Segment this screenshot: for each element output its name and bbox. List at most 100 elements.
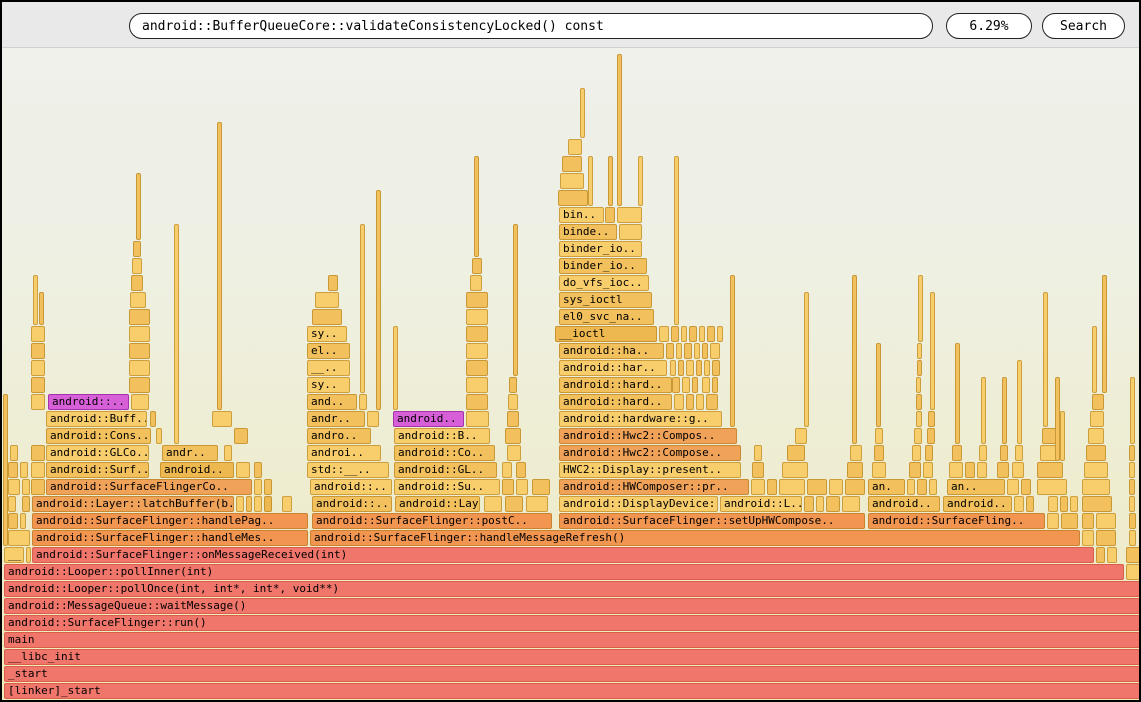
flame-frame-unlabeled[interactable] (466, 309, 488, 325)
flame-frame-unlabeled[interactable] (1037, 462, 1063, 478)
flame-frame[interactable]: main (4, 632, 1140, 648)
flame-frame[interactable]: androi.. (307, 445, 381, 461)
flame-frame[interactable]: android::L.. (720, 496, 802, 512)
flame-frame[interactable]: __ (4, 547, 24, 563)
flame-frame-unlabeled[interactable] (638, 156, 643, 206)
flame-frame[interactable]: el0_svc_na.. (559, 309, 654, 325)
flame-frame-unlabeled[interactable] (696, 360, 702, 376)
flame-frame[interactable]: android::.. (48, 394, 129, 410)
flame-frame-unlabeled[interactable] (367, 411, 379, 427)
flame-frame[interactable]: android::SurfaceFlinger::setUpHWCompose.… (559, 513, 865, 529)
flame-frame[interactable]: std::__.. (307, 462, 389, 478)
flame-frame[interactable]: android::hard.. (559, 377, 672, 393)
flame-frame[interactable]: __ioctl (555, 326, 657, 342)
flame-frame-unlabeled[interactable] (712, 360, 720, 376)
flame-frame-unlabeled[interactable] (1130, 377, 1135, 444)
flame-frame-unlabeled[interactable] (872, 462, 886, 478)
flame-frame-unlabeled[interactable] (699, 326, 705, 342)
flame-frame-unlabeled[interactable] (264, 496, 272, 512)
flame-frame-unlabeled[interactable] (617, 54, 622, 206)
flame-frame-unlabeled[interactable] (619, 224, 642, 240)
flame-frame-unlabeled[interactable] (917, 479, 927, 495)
flame-frame-unlabeled[interactable] (8, 496, 16, 512)
flame-frame[interactable]: binder_io.. (559, 258, 647, 274)
flame-frame[interactable]: an.. (947, 479, 1005, 495)
flame-frame[interactable]: binde.. (559, 224, 617, 240)
flame-frame-unlabeled[interactable] (254, 462, 262, 478)
flame-frame[interactable]: [linker]_start (4, 683, 1140, 699)
flame-frame-unlabeled[interactable] (131, 275, 143, 291)
flame-frame[interactable]: android::Co.. (394, 445, 495, 461)
flame-frame[interactable]: . (26, 547, 31, 563)
flame-frame-unlabeled[interactable] (702, 377, 710, 393)
flame-frame-unlabeled[interactable] (1002, 377, 1007, 444)
flame-frame-unlabeled[interactable] (702, 343, 708, 359)
flame-frame-unlabeled[interactable] (710, 343, 720, 359)
flame-frame-unlabeled[interactable] (484, 496, 502, 512)
flame-frame-unlabeled[interactable] (236, 462, 250, 478)
flame-frame-unlabeled[interactable] (1060, 411, 1065, 461)
flame-frame-unlabeled[interactable] (1026, 496, 1034, 512)
flame-frame-unlabeled[interactable] (874, 445, 884, 461)
flame-frame-unlabeled[interactable] (132, 258, 142, 274)
flame-frame[interactable]: android::Su.. (394, 479, 500, 495)
flame-frame[interactable]: android::har.. (559, 360, 667, 376)
flame-frame-unlabeled[interactable] (1092, 326, 1097, 393)
flame-frame-unlabeled[interactable] (31, 343, 45, 359)
flame-frame-unlabeled[interactable] (246, 496, 252, 512)
flame-frame-unlabeled[interactable] (505, 496, 523, 512)
flame-frame-unlabeled[interactable] (31, 479, 45, 495)
flame-frame-unlabeled[interactable] (234, 428, 248, 444)
flame-frame[interactable]: and.. (307, 394, 357, 410)
flame-frame-unlabeled[interactable] (876, 343, 881, 427)
flame-frame-unlabeled[interactable] (1021, 479, 1031, 495)
flame-frame-unlabeled[interactable] (502, 462, 512, 478)
flame-frame-unlabeled[interactable] (847, 462, 863, 478)
flame-frame-unlabeled[interactable] (1129, 445, 1135, 461)
flame-frame[interactable]: android.. (160, 462, 234, 478)
flame-frame-unlabeled[interactable] (1012, 462, 1024, 478)
flame-frame-unlabeled[interactable] (20, 462, 28, 478)
flame-frame[interactable]: android::ha.. (559, 343, 664, 359)
flame-frame-unlabeled[interactable] (568, 139, 582, 155)
flame-frame-unlabeled[interactable] (787, 445, 805, 461)
flame-frame-unlabeled[interactable] (505, 428, 521, 444)
flame-frame[interactable]: sy.. (307, 326, 347, 342)
flame-frame-unlabeled[interactable] (1043, 292, 1048, 427)
flame-frame[interactable]: android::GL.. (394, 462, 497, 478)
flame-frame-unlabeled[interactable] (965, 462, 975, 478)
flame-frame-unlabeled[interactable] (217, 122, 222, 410)
flame-frame-unlabeled[interactable] (328, 275, 338, 291)
flame-frame-unlabeled[interactable] (845, 479, 865, 495)
flame-frame-unlabeled[interactable] (852, 275, 857, 444)
flame-frame-unlabeled[interactable] (676, 343, 682, 359)
flame-frame-unlabeled[interactable] (508, 394, 518, 410)
flame-frame-unlabeled[interactable] (133, 241, 141, 257)
flame-frame-unlabeled[interactable] (916, 377, 921, 393)
flame-frame-unlabeled[interactable] (516, 462, 526, 478)
flame-frame[interactable]: android::HWComposer::pr.. (559, 479, 749, 495)
flame-frame-unlabeled[interactable] (907, 479, 915, 495)
flame-frame-unlabeled[interactable] (704, 360, 710, 376)
flame-frame-unlabeled[interactable] (767, 479, 777, 495)
flame-frame-unlabeled[interactable] (174, 224, 179, 444)
flame-frame[interactable]: sys_ioctl (559, 292, 652, 308)
flame-frame[interactable]: android::Lay.. (395, 496, 480, 512)
flame-frame-unlabeled[interactable] (150, 411, 156, 427)
flame-frame[interactable]: android::Looper::pollOnce(int, int*, int… (4, 581, 1140, 597)
flame-frame-unlabeled[interactable] (1017, 360, 1022, 444)
flame-frame-unlabeled[interactable] (1007, 479, 1019, 495)
flame-frame-unlabeled[interactable] (674, 394, 684, 410)
flame-frame-unlabeled[interactable] (1000, 445, 1008, 461)
flame-frame-unlabeled[interactable] (1107, 547, 1117, 563)
flame-frame-unlabeled[interactable] (1048, 496, 1058, 512)
flame-frame-unlabeled[interactable] (39, 292, 44, 325)
flame-frame-unlabeled[interactable] (816, 496, 824, 512)
flame-frame-unlabeled[interactable] (916, 394, 922, 410)
flame-frame-unlabeled[interactable] (509, 377, 517, 393)
flame-frame[interactable]: android::B.. (394, 428, 490, 444)
flame-frame-unlabeled[interactable] (670, 360, 676, 376)
flame-frame-unlabeled[interactable] (730, 275, 735, 427)
flame-frame-unlabeled[interactable] (526, 496, 548, 512)
flame-frame-unlabeled[interactable] (1129, 513, 1136, 529)
